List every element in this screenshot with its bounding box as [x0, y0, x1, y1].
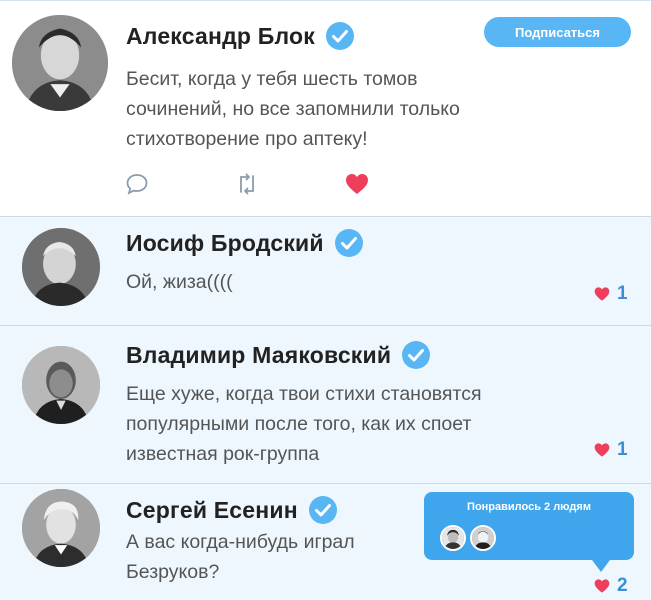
like-counter[interactable]: 2 — [593, 575, 628, 597]
reply-text-line: Еще хуже, когда твои стихи становятся — [126, 383, 482, 405]
heart-icon — [593, 286, 611, 302]
like-count: 2 — [617, 575, 628, 596]
comment-thread: Александр Блок Подписаться Бесит, когда … — [0, 0, 651, 600]
avatar-esenin[interactable] — [22, 489, 100, 567]
author-name[interactable]: Александр Блок — [126, 23, 315, 50]
author-row: Иосиф Бродский — [126, 228, 364, 258]
post-text: Бесит, когда у тебя шесть томов сочинени… — [126, 64, 460, 154]
like-counter[interactable]: 1 — [593, 283, 628, 305]
reply-item: Иосиф Бродский Ой, жиза(((( 1 — [0, 217, 651, 326]
verified-badge-icon — [308, 495, 338, 525]
post-text-line: стихотворение про аптеку! — [126, 128, 368, 150]
avatar-pushkin[interactable] — [440, 525, 466, 551]
avatar-mayakovsky[interactable] — [22, 346, 100, 424]
like-count: 1 — [617, 283, 628, 304]
reply-item: Владимир Маяковский Еще хуже, когда твои… — [0, 326, 651, 484]
reply-text: Еще хуже, когда твои стихи становятся по… — [126, 379, 482, 469]
liked-by-title: Понравилось 2 людям — [467, 501, 591, 513]
avatar-brodsky[interactable] — [22, 228, 100, 306]
author-row: Александр Блок — [126, 21, 355, 51]
verified-badge-icon — [325, 21, 355, 51]
verified-badge-icon — [334, 228, 364, 258]
follow-button[interactable]: Подписаться — [484, 17, 631, 47]
avatar-lermontov[interactable] — [470, 525, 496, 551]
comment-icon[interactable] — [124, 171, 150, 197]
post-text-line: Бесит, когда у тебя шесть томов — [126, 68, 418, 90]
like-count: 1 — [617, 439, 628, 460]
heart-icon[interactable] — [344, 171, 370, 197]
reply-text-line: Ой, жиза(((( — [126, 271, 233, 293]
reply-text-line: популярными после того, как их споет — [126, 413, 472, 435]
reply-text: Ой, жиза(((( — [126, 267, 233, 297]
author-row: Владимир Маяковский — [126, 340, 431, 370]
heart-icon — [593, 578, 611, 594]
verified-badge-icon — [401, 340, 431, 370]
author-row: Сергей Есенин — [126, 495, 338, 525]
avatar-blok[interactable] — [12, 15, 108, 111]
main-post: Александр Блок Подписаться Бесит, когда … — [0, 0, 651, 217]
reply-text-line: А вас когда-нибудь играл — [126, 531, 355, 553]
reply-text-line: Безруков? — [126, 561, 220, 583]
heart-icon — [593, 442, 611, 458]
retweet-icon[interactable] — [234, 171, 260, 197]
liked-by-tooltip: Понравилось 2 людям — [424, 492, 634, 572]
post-actions — [124, 171, 384, 197]
post-text-line: сочинений, но все запомнили только — [126, 98, 460, 120]
author-name[interactable]: Владимир Маяковский — [126, 342, 391, 369]
author-name[interactable]: Иосиф Бродский — [126, 230, 324, 257]
like-counter[interactable]: 1 — [593, 439, 628, 461]
author-name[interactable]: Сергей Есенин — [126, 497, 298, 524]
reply-text-line: известная рок-группа — [126, 443, 320, 465]
reply-text: А вас когда-нибудь играл Безруков? — [126, 527, 355, 587]
